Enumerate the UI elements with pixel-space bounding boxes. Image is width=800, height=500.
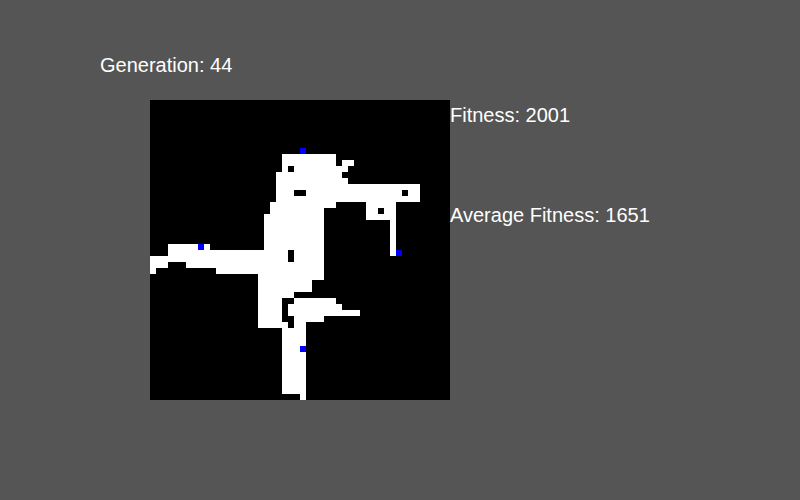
board-cell-run bbox=[258, 274, 324, 280]
board-cell-run bbox=[390, 208, 396, 214]
stat-label: Average Fitness: 1651 bbox=[450, 202, 650, 228]
board-cell-run bbox=[282, 376, 306, 382]
stat-label: Fitness: 2001 bbox=[450, 102, 650, 128]
board-cell-run bbox=[282, 382, 306, 388]
board-cell-run bbox=[282, 388, 306, 394]
board-cell-run bbox=[390, 214, 396, 220]
board-cell-run bbox=[264, 226, 324, 232]
app-window: Generation: 44Fitness: 2001 Average Fitne… bbox=[0, 0, 800, 500]
board-cell-run bbox=[282, 370, 306, 376]
board-cell-run bbox=[270, 202, 336, 208]
board-cell-run bbox=[282, 364, 306, 370]
board-cell-run bbox=[264, 220, 324, 226]
board-cell-run bbox=[390, 250, 396, 256]
board-cell-run bbox=[282, 160, 336, 166]
board-cell-run bbox=[258, 298, 282, 304]
board-cell-run bbox=[264, 232, 324, 238]
board-cell-run bbox=[216, 268, 324, 274]
board-cell-run bbox=[258, 316, 282, 322]
board-cell-run bbox=[276, 196, 420, 202]
board-cell-run bbox=[282, 328, 306, 334]
board-cell-run bbox=[270, 208, 324, 214]
board-cell-run bbox=[282, 322, 288, 328]
board-cell-run bbox=[150, 268, 156, 274]
simulation-board bbox=[150, 100, 450, 400]
board-cell-run bbox=[294, 166, 348, 172]
board-cell-run bbox=[342, 160, 354, 166]
board-cell-run bbox=[384, 208, 390, 214]
left-column: Generation: 44 bbox=[0, 0, 450, 500]
agent-cell bbox=[300, 148, 306, 154]
board-cell-run bbox=[282, 358, 306, 364]
board-cell-run bbox=[150, 262, 168, 268]
board-cell-run bbox=[300, 394, 306, 400]
board-cell-run bbox=[390, 238, 396, 244]
board-cell-run bbox=[288, 304, 342, 310]
board-cell-run bbox=[282, 154, 336, 160]
board-cell-run bbox=[294, 298, 336, 304]
board-cell-run bbox=[282, 166, 288, 172]
board-cell-run bbox=[282, 346, 306, 352]
board-cell-run bbox=[264, 244, 324, 250]
board-cell-run bbox=[186, 262, 324, 268]
board-cell-run bbox=[276, 184, 420, 190]
board-cell-run bbox=[408, 190, 420, 196]
stats-column: Fitness: 2001 Average Fitness: 1651 bbox=[450, 0, 650, 500]
board-cell-run bbox=[276, 172, 342, 178]
board-cell-run bbox=[168, 244, 210, 250]
agent-cell bbox=[396, 250, 402, 256]
board-cell-run bbox=[150, 256, 288, 262]
board-cell-run bbox=[366, 214, 390, 220]
board-cell-run bbox=[258, 322, 282, 328]
board-cell-run bbox=[294, 250, 324, 256]
agent-cell bbox=[198, 244, 204, 250]
board-cell-run bbox=[258, 304, 282, 310]
board-cell-run bbox=[258, 310, 282, 316]
board-cell-run bbox=[258, 292, 294, 298]
board-cell-run bbox=[264, 214, 324, 220]
board-cell-run bbox=[276, 190, 294, 196]
board-cell-run bbox=[390, 244, 396, 250]
board-cell-run bbox=[306, 190, 402, 196]
generation-label: Generation: 44 bbox=[100, 52, 450, 78]
board-cell-run bbox=[258, 280, 312, 286]
board-cell-run bbox=[294, 316, 324, 322]
board-cell-run bbox=[288, 310, 360, 316]
board-cell-run bbox=[294, 322, 306, 328]
board-cell-run bbox=[282, 352, 306, 358]
board-cell-run bbox=[390, 226, 396, 232]
board-cell-run bbox=[366, 202, 390, 208]
board-cell-run bbox=[294, 256, 324, 262]
board-cell-run bbox=[390, 220, 396, 226]
board-cell-run bbox=[276, 178, 348, 184]
board-cell-run bbox=[366, 208, 378, 214]
board-cell-run bbox=[390, 232, 396, 238]
board-cell-run bbox=[282, 340, 306, 346]
agent-cell bbox=[300, 346, 306, 352]
board-cell-run bbox=[258, 286, 312, 292]
board-cell-run bbox=[264, 238, 324, 244]
board-cell-run bbox=[282, 334, 306, 340]
board-cell-run bbox=[390, 202, 396, 208]
board-cell-run bbox=[168, 250, 288, 256]
